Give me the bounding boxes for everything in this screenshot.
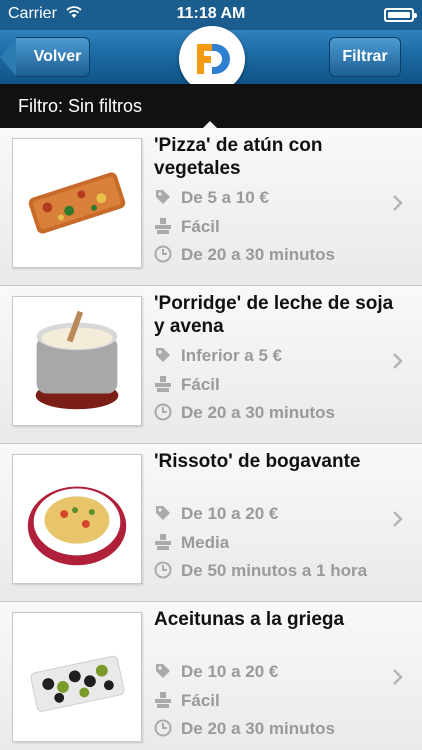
clock-icon: [154, 245, 172, 263]
recipe-time: De 20 a 30 minutos: [154, 719, 335, 739]
back-button[interactable]: Volver: [16, 37, 90, 77]
price-tag-icon: [156, 348, 170, 362]
recipe-row[interactable]: 'Pizza' de atún con vegetales De 5 a 10 …: [0, 128, 422, 286]
price-tag-icon: [156, 190, 170, 204]
recipe-thumbnail: [12, 612, 142, 742]
recipe-price: Inferior a 5 €: [154, 346, 282, 366]
recipe-thumbnail: [12, 138, 142, 268]
difficulty-icon: [155, 218, 171, 234]
difficulty-icon: [155, 376, 171, 392]
recipe-thumbnail: [12, 454, 142, 584]
pizza-image: [13, 139, 141, 267]
navigation-bar: Volver Filtrar: [0, 26, 422, 92]
recipe-difficulty: Fácil: [154, 375, 220, 395]
recipe-price: De 5 a 10 €: [154, 188, 269, 208]
difficulty-icon: [155, 692, 171, 708]
chevron-right-icon: [393, 511, 403, 527]
recipe-row[interactable]: 'Porridge' de leche de soja y avena Infe…: [0, 286, 422, 444]
price-tag-icon: [156, 664, 170, 678]
clock-icon: [154, 719, 172, 737]
recipe-title: 'Pizza' de atún con vegetales: [154, 135, 323, 179]
filter-status-bar: Filtro: Sin filtros: [0, 84, 422, 129]
recipe-price: De 10 a 20 €: [154, 662, 278, 682]
recipe-price: De 10 a 20 €: [154, 504, 278, 524]
recipe-time: De 50 minutos a 1 hora: [154, 561, 367, 581]
clock-icon: [154, 403, 172, 421]
recipe-time: De 20 a 30 minutos: [154, 403, 335, 423]
difficulty-icon: [155, 534, 171, 550]
recipe-difficulty: Fácil: [154, 691, 220, 711]
recipe-thumbnail: [12, 296, 142, 426]
filter-button[interactable]: Filtrar: [329, 37, 401, 77]
recipe-title: 'Porridge' de leche de soja y avena: [154, 293, 394, 337]
recipe-time: De 20 a 30 minutos: [154, 245, 335, 265]
recipe-title: Aceitunas a la griega: [154, 609, 345, 630]
chevron-right-icon: [393, 669, 403, 685]
back-button-arrow[interactable]: [0, 37, 17, 77]
risotto-image: [13, 455, 141, 583]
clock-icon: [154, 561, 172, 579]
recipe-difficulty: Fácil: [154, 217, 220, 237]
battery-icon: [384, 8, 417, 22]
recipe-title: 'Rissoto' de bogavante: [154, 451, 361, 472]
app-logo: [179, 26, 245, 92]
recipe-difficulty: Media: [154, 533, 229, 553]
clock: 11:18 AM: [176, 5, 246, 22]
price-tag-icon: [156, 506, 170, 520]
recipe-row[interactable]: Aceitunas a la griega De 10 a 20 € Fácil…: [0, 602, 422, 750]
recipe-row[interactable]: 'Rissoto' de bogavante De 10 a 20 € Medi…: [0, 444, 422, 602]
olives-image: [13, 613, 141, 741]
recipe-list: 'Pizza' de atún con vegetales De 5 a 10 …: [0, 128, 422, 750]
filter-status-text: Filtro: Sin filtros: [18, 96, 143, 116]
chevron-right-icon: [393, 195, 403, 211]
porridge-image: [13, 297, 141, 425]
chevron-right-icon: [393, 353, 403, 369]
fd-logo-icon: [197, 44, 230, 74]
